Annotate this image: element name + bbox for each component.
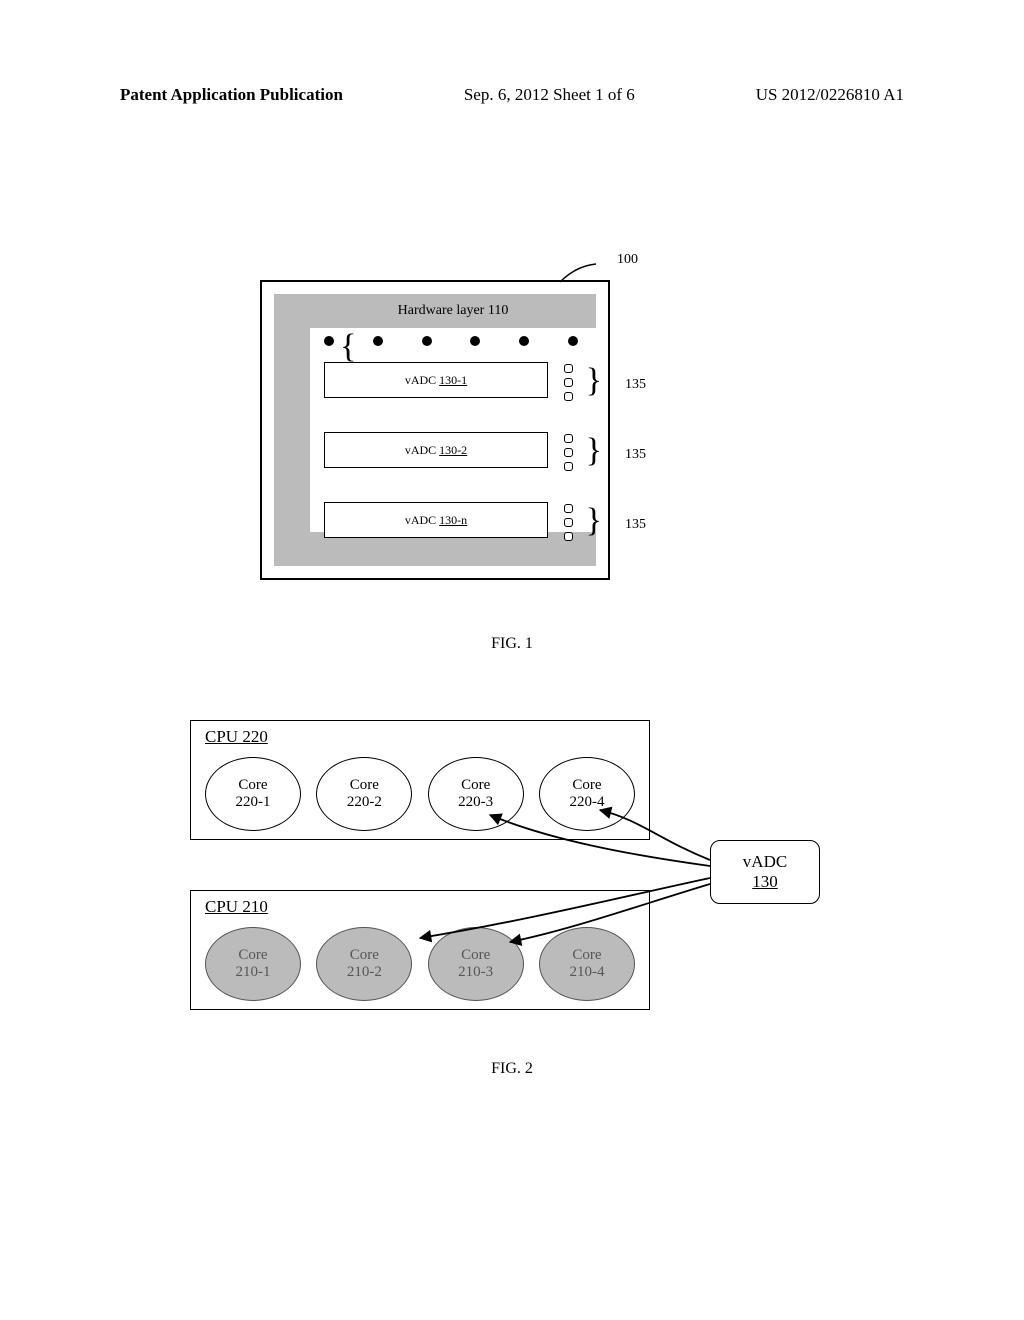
nic-ports-group: [324, 332, 578, 350]
header-left: Patent Application Publication: [120, 85, 343, 105]
hardware-layer-110: Hardware layer 110: [310, 294, 596, 328]
fig2: CPU 220 Core220-1 Core220-2 Core220-3 Co…: [190, 720, 820, 1040]
ref-num-135: 135: [625, 517, 646, 533]
ref-leader-100: [558, 262, 598, 284]
header-right: US 2012/0226810 A1: [756, 85, 904, 105]
brace-icon: }: [586, 504, 602, 538]
vnic-group: [554, 364, 582, 401]
core-220-3: Core220-3: [428, 757, 524, 831]
core-220-2: Core220-2: [316, 757, 412, 831]
cpu-220-box: CPU 220 Core220-1 Core220-2 Core220-3 Co…: [190, 720, 650, 840]
hardware-layer-label: Hardware layer 110: [398, 303, 509, 319]
vnic-icon: [564, 518, 573, 527]
vadc-130-n: vADC 130-n: [324, 502, 548, 538]
vnic-icon: [564, 448, 573, 457]
vnic-icon: [564, 504, 573, 513]
cpu-210-cores: Core210-1 Core210-2 Core210-3 Core210-4: [205, 927, 635, 1001]
vadc-130-label: vADC: [743, 852, 787, 872]
brace-icon: }: [586, 364, 602, 398]
vadc-label: vADC 130-n: [405, 513, 467, 528]
cpu-220-title: CPU 220: [205, 727, 268, 747]
core-220-1: Core220-1: [205, 757, 301, 831]
nic-port-icon: [373, 336, 383, 346]
page: Patent Application Publication Sep. 6, 2…: [0, 0, 1024, 1320]
vadc-130-1: vADC 130-1: [324, 362, 548, 398]
core-210-2: Core210-2: [316, 927, 412, 1001]
core-210-1: Core210-1: [205, 927, 301, 1001]
nic-port-icon: [568, 336, 578, 346]
cpu-210-box: CPU 210 Core210-1 Core210-2 Core210-3 Co…: [190, 890, 650, 1010]
nic-port-icon: [519, 336, 529, 346]
fig1-left-shaded-bar: [274, 294, 310, 566]
page-header: Patent Application Publication Sep. 6, 2…: [120, 85, 904, 105]
brace-icon: }: [340, 330, 356, 364]
ref-num-135: 135: [625, 447, 646, 463]
vadc-label: vADC 130-1: [405, 373, 467, 388]
vnic-icon: [564, 532, 573, 541]
fig1-system-box: 100 Hardware layer 110 } 115 vADC 130-1 …: [260, 280, 610, 580]
vnic-icon: [564, 392, 573, 401]
fig2-caption: FIG. 2: [0, 1060, 1024, 1078]
brace-icon: }: [586, 434, 602, 468]
ref-num-100: 100: [617, 252, 638, 268]
vadc-130-ref: 130: [752, 872, 778, 892]
cpu-210-title: CPU 210: [205, 897, 268, 917]
vnic-icon: [564, 462, 573, 471]
ref-num-135: 135: [625, 377, 646, 393]
vadc-label: vADC 130-2: [405, 443, 467, 458]
core-210-4: Core210-4: [539, 927, 635, 1001]
cpu-220-cores: Core220-1 Core220-2 Core220-3 Core220-4: [205, 757, 635, 831]
vadc-130-2: vADC 130-2: [324, 432, 548, 468]
nic-port-icon: [422, 336, 432, 346]
vadc-130-box: vADC 130: [710, 840, 820, 904]
nic-port-icon: [470, 336, 480, 346]
header-center: Sep. 6, 2012 Sheet 1 of 6: [464, 85, 635, 105]
vnic-group: [554, 504, 582, 541]
fig1-caption: FIG. 1: [0, 635, 1024, 653]
vnic-icon: [564, 364, 573, 373]
vnic-icon: [564, 434, 573, 443]
core-210-3: Core210-3: [428, 927, 524, 1001]
vnic-group: [554, 434, 582, 471]
core-220-4: Core220-4: [539, 757, 635, 831]
nic-port-icon: [324, 336, 334, 346]
vnic-icon: [564, 378, 573, 387]
